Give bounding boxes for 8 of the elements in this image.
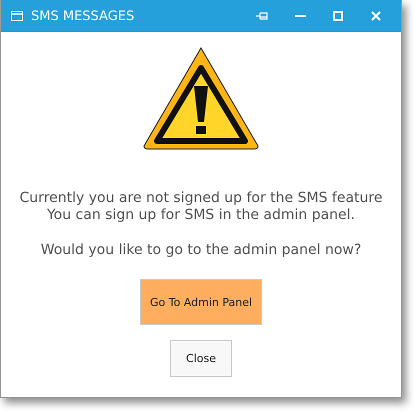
warning-icon — [142, 46, 260, 150]
close-button[interactable]: Close — [170, 340, 232, 377]
window-icon — [11, 11, 23, 21]
message-text: You can sign up for SMS in the admin panel. — [46, 207, 356, 224]
question-text: Would you like to go to the admin panel now? — [40, 242, 362, 259]
message-text: Currently you are not signed up for the SMS feature — [20, 190, 382, 207]
window-title: SMS MESSAGES — [31, 8, 136, 24]
admin-panel-button[interactable]: Go To Admin Panel — [140, 279, 262, 325]
